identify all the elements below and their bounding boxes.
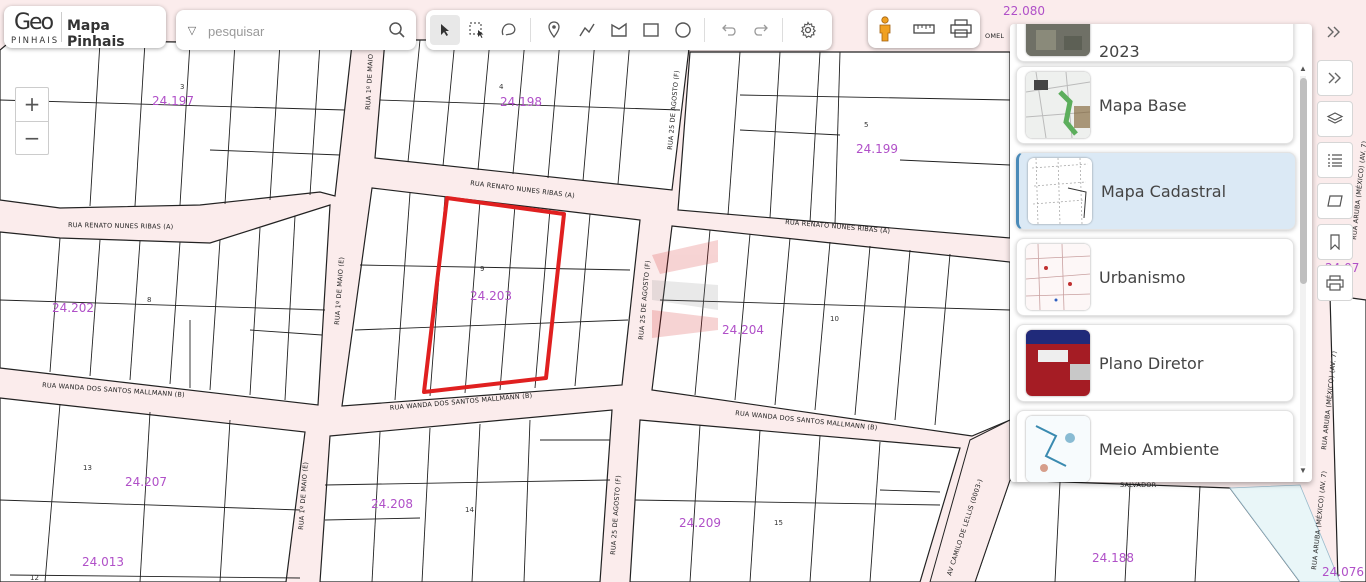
area-polygon-icon[interactable] — [1317, 183, 1353, 219]
quadra-label: 24.199 — [856, 142, 898, 156]
box-select-icon[interactable] — [462, 15, 492, 45]
layer-card-2023[interactable]: 2023 — [1016, 24, 1294, 62]
layer-label: Mapa Cadastral — [1101, 181, 1227, 201]
drawing-toolbar — [426, 10, 832, 50]
quadra-label: 24.207 — [125, 475, 167, 489]
lot-label: 5 — [864, 121, 868, 129]
quadra-label: 24.209 — [679, 516, 721, 530]
quadra-label: 24.198 — [500, 95, 542, 109]
bookmark-icon[interactable] — [1317, 224, 1353, 260]
quadra-label: 24.203 — [470, 289, 512, 303]
scroll-up-arrow-icon[interactable]: ▲ — [1299, 64, 1307, 73]
layer-label: 2023 — [1099, 42, 1140, 61]
layer-thumbnail-meio-ambiente — [1026, 416, 1090, 482]
redo-icon[interactable] — [746, 15, 776, 45]
view-tools-box — [868, 10, 980, 48]
undo-icon[interactable] — [714, 15, 744, 45]
layer-thumbnail-mapa-base — [1026, 72, 1090, 138]
quadra-label: 24.197 — [152, 94, 194, 108]
app-title: Mapa Pinhais — [67, 18, 125, 50]
layer-label: Plano Diretor — [1099, 353, 1204, 373]
lasso-select-icon[interactable] — [494, 15, 524, 45]
layer-label: Meio Ambiente — [1099, 439, 1220, 459]
zoom-out-button[interactable]: − — [16, 121, 48, 154]
lot-label: 8 — [147, 296, 151, 304]
search-box: ▽ — [176, 10, 416, 50]
block-24197 — [0, 39, 353, 209]
quadra-label: 22.080 — [1003, 4, 1045, 18]
circle-icon[interactable] — [668, 15, 698, 45]
polyline-icon[interactable] — [572, 15, 602, 45]
marker-icon[interactable] — [539, 15, 569, 45]
expand-chevrons-icon[interactable] — [1317, 60, 1353, 96]
quadra-label: 24.188 — [1092, 551, 1134, 565]
layer-thumbnail-urbanismo — [1026, 244, 1090, 310]
search-dropdown-chevron-icon[interactable]: ▽ — [180, 10, 204, 50]
quadra-label: 24.208 — [371, 497, 413, 511]
layers-icon[interactable] — [1317, 101, 1353, 137]
polygon-icon[interactable] — [604, 15, 634, 45]
search-input[interactable] — [206, 18, 380, 44]
layer-card-plano-diretor[interactable]: Plano Diretor — [1016, 324, 1294, 402]
print-icon[interactable] — [1317, 265, 1353, 301]
layer-panel-scrollbar[interactable]: ▲ ▼ — [1297, 64, 1309, 478]
layer-thumbnail-plano-diretor — [1026, 330, 1090, 396]
scrollbar-thumb[interactable] — [1300, 78, 1307, 284]
legend-list-icon[interactable] — [1317, 142, 1353, 178]
layer-card-mapa-base[interactable]: Mapa Base — [1016, 66, 1294, 144]
settings-gear-icon[interactable] — [793, 15, 823, 45]
lot-label: 3 — [180, 83, 184, 91]
quadra-label: 24.013 — [82, 555, 124, 569]
zoom-control: + − — [15, 87, 49, 155]
lot-label: 15 — [774, 519, 783, 527]
rectangle-icon[interactable] — [636, 15, 666, 45]
quadra-label: 24.076 — [1322, 565, 1364, 579]
lot-label: 14 — [465, 506, 474, 514]
logo-geo-text: Geo — [14, 10, 54, 35]
layer-label: Urbanismo — [1099, 267, 1186, 287]
street-view-person-icon[interactable] — [870, 14, 900, 44]
quadra-label: 24.202 — [52, 301, 94, 315]
layer-card-urbanismo[interactable]: Urbanismo — [1016, 238, 1294, 316]
zoom-in-button[interactable]: + — [16, 88, 48, 120]
logo-pinhais-text: PINHAIS — [11, 36, 60, 46]
layer-card-meio-ambiente[interactable]: Meio Ambiente — [1016, 410, 1294, 482]
logo-divider — [61, 12, 62, 42]
street-label: OMEL — [985, 32, 1004, 40]
block-24208 — [319, 409, 613, 582]
collapse-chevrons-icon[interactable] — [1317, 15, 1351, 49]
measure-ruler-icon[interactable] — [909, 14, 939, 44]
layer-card-mapa-cadastral[interactable]: Mapa Cadastral — [1016, 152, 1296, 230]
block-24199 — [677, 51, 1011, 239]
app-logo-box[interactable]: Geo PINHAIS Mapa Pinhais — [4, 6, 166, 50]
lot-label: 4 — [499, 83, 504, 91]
select-pointer-icon[interactable] — [430, 15, 460, 45]
layer-thumbnail-orthophoto — [1026, 24, 1090, 56]
lot-label: 10 — [830, 315, 839, 323]
scroll-down-arrow-icon[interactable]: ▼ — [1299, 466, 1307, 475]
layer-thumbnail-mapa-cadastral — [1028, 158, 1092, 224]
street-label: SALVADOR — [1120, 481, 1157, 489]
lot-label: 13 — [83, 464, 92, 472]
print-layout-icon[interactable] — [946, 14, 976, 44]
search-icon[interactable] — [384, 18, 410, 42]
quadra-label: 24.204 — [722, 323, 764, 337]
base-layer-panel: 2023 Mapa Base Mapa Cadastral Urbanismo … — [1010, 24, 1312, 482]
lot-label: 9 — [480, 265, 484, 273]
lot-label: 12 — [30, 574, 39, 582]
layer-label: Mapa Base — [1099, 95, 1187, 115]
watermark-logo — [652, 240, 718, 338]
